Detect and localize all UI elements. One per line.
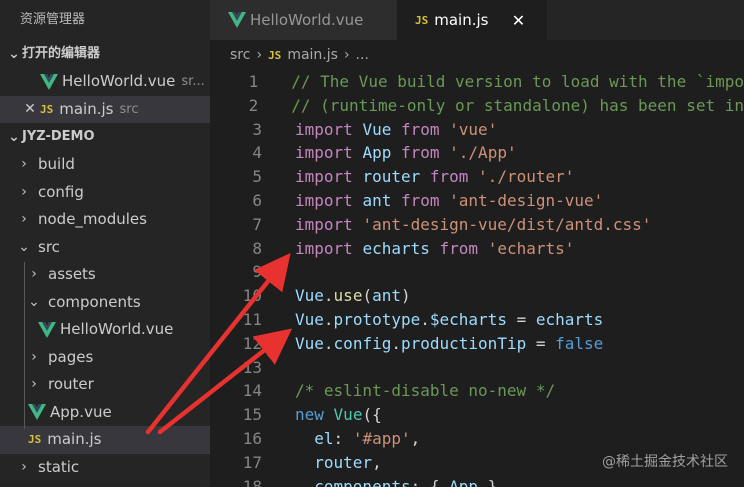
annotation-arrows bbox=[145, 252, 293, 435]
arrow-to-import-echarts bbox=[145, 252, 291, 435]
arrow-to-prototype-echarts bbox=[157, 328, 293, 435]
